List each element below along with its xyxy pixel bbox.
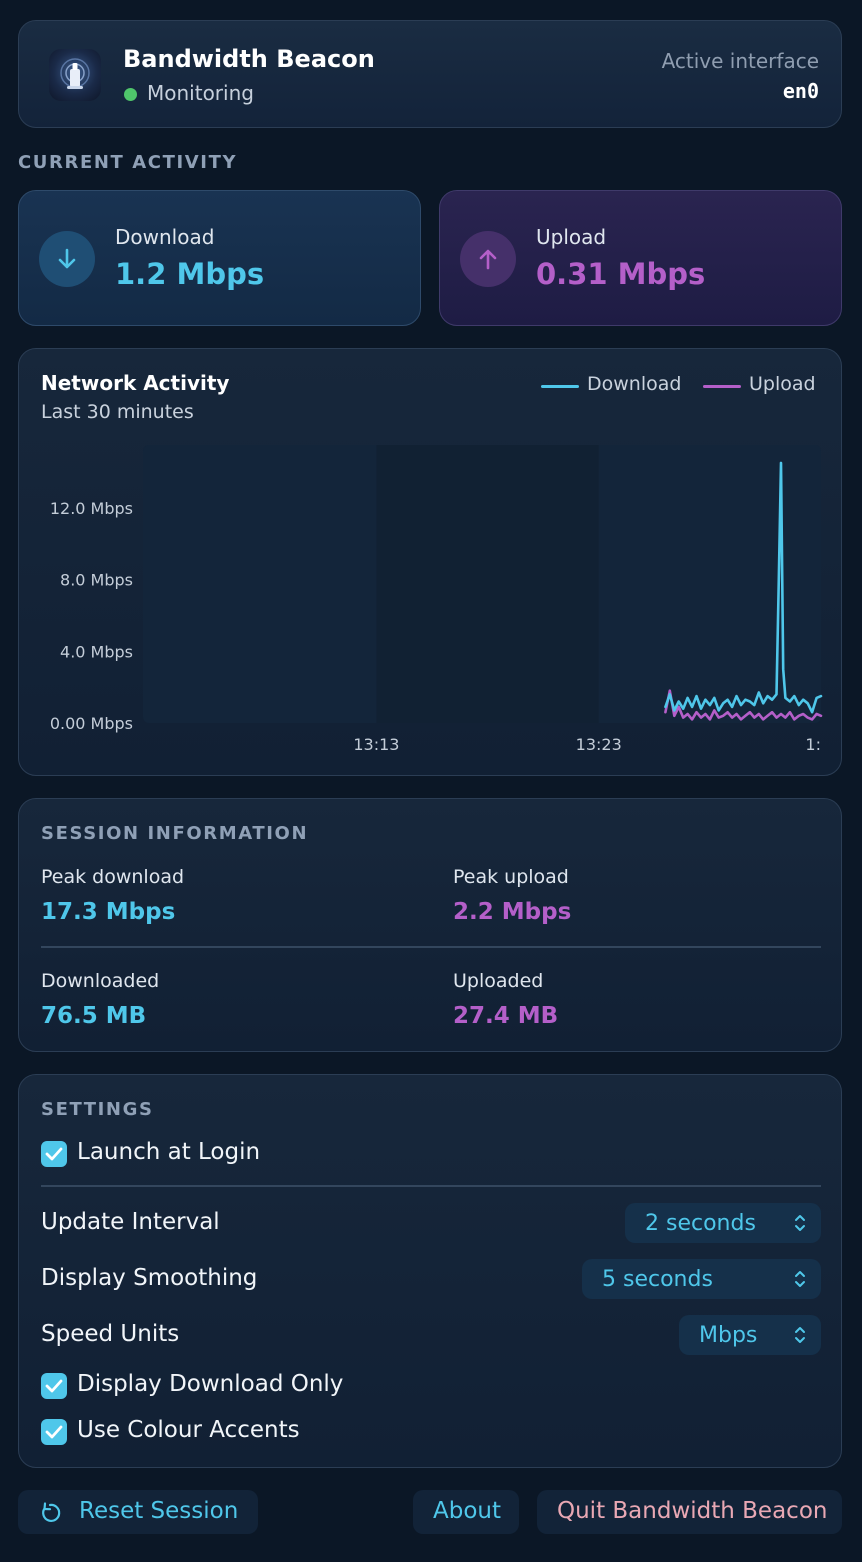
- peak-upload-label: Peak upload: [453, 866, 569, 888]
- x-tick-label: 13:23: [576, 735, 622, 754]
- grid-band: [376, 445, 599, 723]
- settings-divider: [41, 1185, 821, 1187]
- about-label: About: [433, 1498, 502, 1524]
- update-interval-select[interactable]: 2 seconds: [625, 1203, 821, 1243]
- uploaded-label: Uploaded: [453, 970, 544, 992]
- session-divider: [41, 946, 821, 948]
- session-heading: SESSION INFORMATION: [41, 823, 309, 844]
- peak-download-label: Peak download: [41, 866, 185, 888]
- reset-icon: [42, 1502, 61, 1522]
- speed-units-select[interactable]: Mbps: [679, 1315, 821, 1355]
- chevron-updown-icon: [795, 1271, 805, 1287]
- interface-label: Active interface: [661, 49, 819, 73]
- upload-speed-card: Upload 0.31 Mbps: [439, 190, 842, 326]
- app-title: Bandwidth Beacon: [123, 45, 375, 73]
- upload-label: Upload: [536, 225, 607, 249]
- app-icon: [49, 49, 101, 101]
- x-tick-label: 13:13: [353, 735, 399, 754]
- download-label: Download: [115, 225, 215, 249]
- display-download-only-checkbox[interactable]: [41, 1373, 67, 1399]
- downloaded-label: Downloaded: [41, 970, 160, 992]
- speed-units-label: Speed Units: [41, 1321, 180, 1347]
- use-colour-accents-checkbox[interactable]: [41, 1419, 67, 1445]
- download-speed-card: Download 1.2 Mbps: [18, 190, 421, 326]
- quit-button[interactable]: Quit Bandwidth Beacon: [537, 1490, 842, 1534]
- y-tick-label: 12.0 Mbps: [50, 499, 133, 518]
- checkmark-icon: [45, 1379, 63, 1393]
- network-activity-chart-card: Network Activity Last 30 minutes Downloa…: [18, 348, 842, 776]
- chevron-updown-icon: [795, 1327, 805, 1343]
- session-information-card: SESSION INFORMATION Peak download 17.3 M…: [18, 798, 842, 1052]
- speed-units-value: Mbps: [699, 1323, 758, 1348]
- interface-value: en0: [782, 79, 819, 103]
- current-activity-heading: CURRENT ACTIVITY: [18, 152, 238, 173]
- display-smoothing-select[interactable]: 5 seconds: [582, 1259, 821, 1299]
- status-indicator: [124, 88, 137, 101]
- download-speed-value: 1.2 Mbps: [115, 257, 265, 291]
- chevron-updown-icon: [795, 1215, 805, 1231]
- reset-session-label: Reset Session: [79, 1498, 239, 1524]
- peak-download-value: 17.3 Mbps: [41, 899, 176, 925]
- y-tick-label: 8.0 Mbps: [60, 571, 133, 590]
- about-button[interactable]: About: [413, 1490, 519, 1534]
- status-text: Monitoring: [147, 81, 254, 105]
- settings-heading: SETTINGS: [41, 1099, 154, 1120]
- display-smoothing-label: Display Smoothing: [41, 1265, 258, 1291]
- update-interval-value: 2 seconds: [645, 1211, 756, 1236]
- reset-session-button[interactable]: Reset Session: [18, 1490, 258, 1534]
- y-tick-label: 4.0 Mbps: [60, 642, 133, 661]
- network-activity-chart: 0.00 Mbps 4.0 Mbps 8.0 Mbps 12.0 Mbps 13:13 1…: [50, 445, 823, 754]
- downloaded-value: 76.5 MB: [41, 1003, 147, 1029]
- launch-at-login-checkbox[interactable]: [41, 1141, 67, 1167]
- quit-label: Quit Bandwidth Beacon: [557, 1498, 828, 1524]
- y-tick-label: 0.00 Mbps: [50, 714, 133, 733]
- display-smoothing-value: 5 seconds: [602, 1267, 713, 1292]
- upload-speed-value: 0.31 Mbps: [536, 257, 706, 291]
- launch-at-login-label[interactable]: Launch at Login: [77, 1139, 260, 1165]
- arrow-up-icon: [460, 231, 516, 287]
- update-interval-label: Update Interval: [41, 1209, 220, 1235]
- checkmark-icon: [45, 1425, 63, 1439]
- arrow-down-icon: [39, 231, 95, 287]
- checkmark-icon: [45, 1147, 63, 1161]
- x-tick-label: 1:: [805, 735, 821, 754]
- display-download-only-label[interactable]: Display Download Only: [77, 1371, 343, 1397]
- peak-upload-value: 2.2 Mbps: [453, 899, 572, 925]
- settings-card: SETTINGS Launch at Login Update Interval…: [18, 1074, 842, 1468]
- use-colour-accents-label[interactable]: Use Colour Accents: [77, 1417, 300, 1443]
- header-card: Bandwidth Beacon Monitoring Active inter…: [18, 20, 842, 128]
- uploaded-value: 27.4 MB: [453, 1003, 559, 1029]
